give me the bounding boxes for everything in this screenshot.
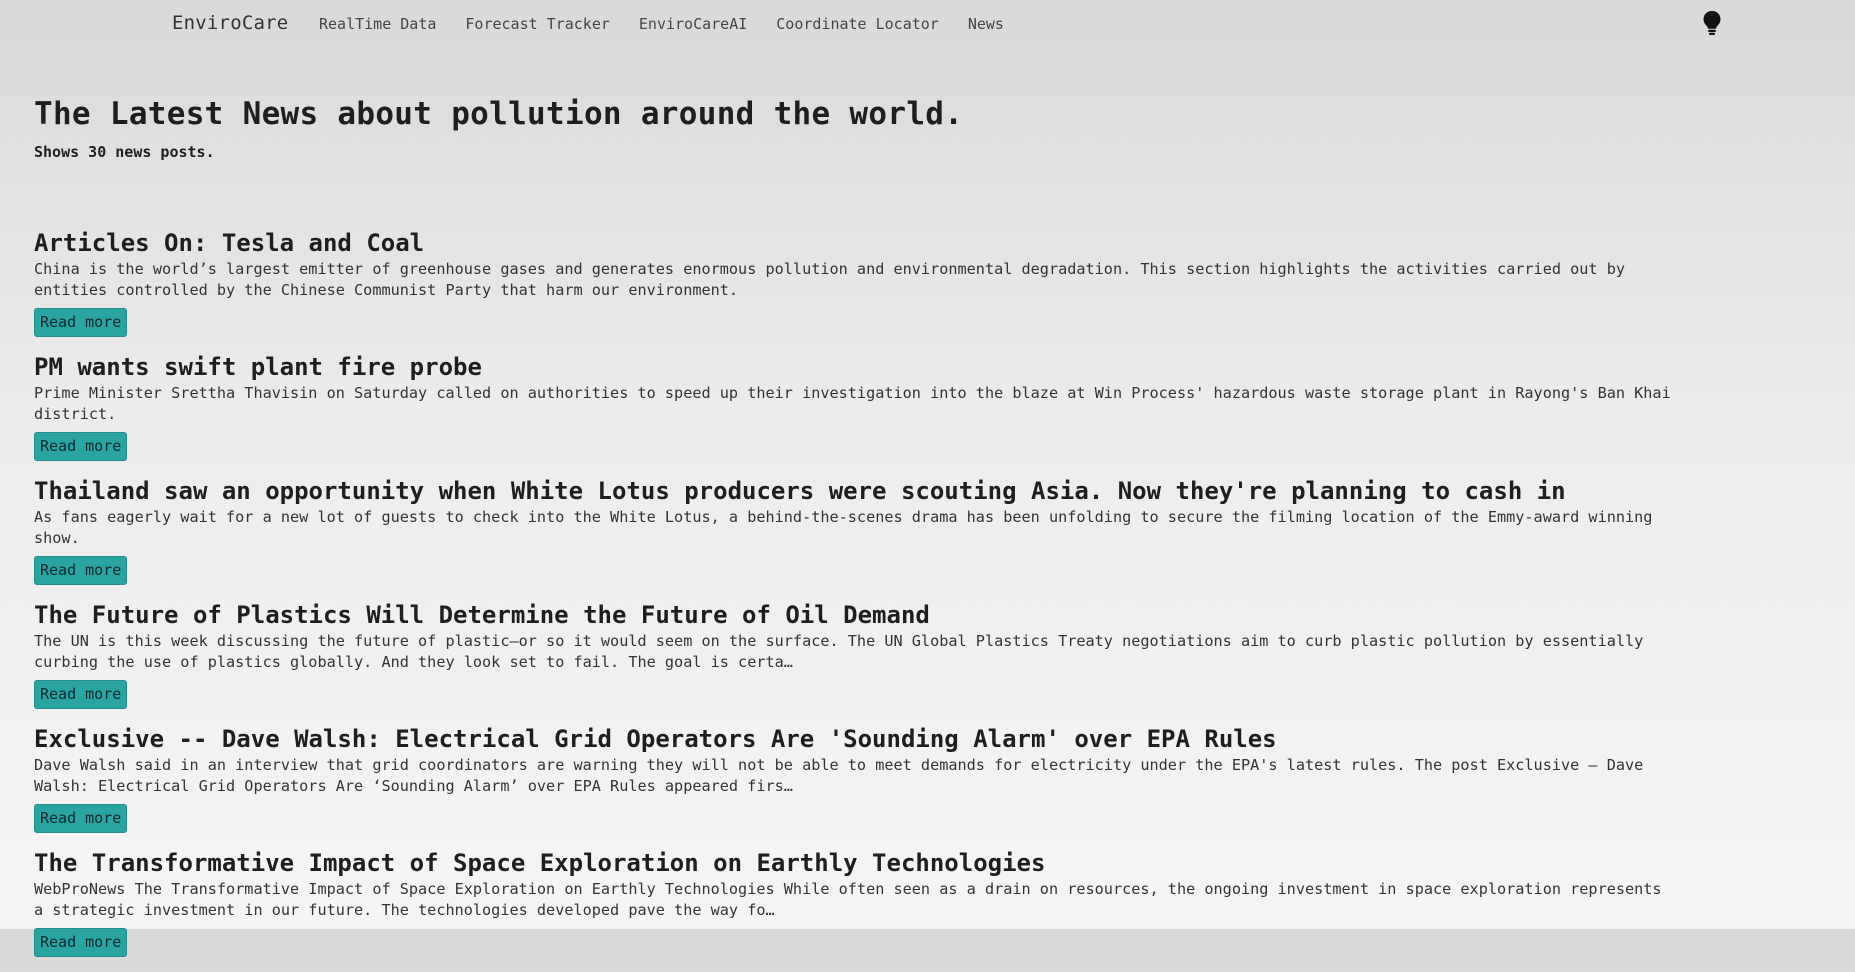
read-more-button[interactable]: Read more (34, 680, 128, 709)
nav-link-news[interactable]: News (968, 15, 1004, 33)
news-item: The Future of Plastics Will Determine th… (34, 600, 1674, 724)
news-description: WebProNews The Transformative Impact of … (34, 880, 1662, 919)
nav-link-coordinate-locator[interactable]: Coordinate Locator (776, 15, 939, 33)
read-more-button[interactable]: Read more (34, 928, 128, 957)
news-description: Dave Walsh said in an interview that gri… (34, 756, 1644, 795)
nav-link-realtime-data[interactable]: RealTime Data (319, 15, 436, 33)
lightbulb-icon (1703, 11, 1721, 35)
read-more-button[interactable]: Read more (34, 308, 128, 337)
read-more-button[interactable]: Read more (34, 556, 128, 585)
news-item: Exclusive -- Dave Walsh: Electrical Grid… (34, 724, 1674, 848)
news-title: The Transformative Impact of Space Explo… (34, 849, 1046, 877)
read-more-button[interactable]: Read more (34, 432, 128, 461)
news-description: The UN is this week discussing the futur… (34, 632, 1644, 671)
news-count-subtitle: Shows 30 news posts. (34, 143, 215, 161)
nav-link-forecast-tracker[interactable]: Forecast Tracker (465, 15, 610, 33)
news-item: The Transformative Impact of Space Explo… (34, 848, 1674, 972)
nav-links: RealTime Data Forecast Tracker EnviroCar… (319, 15, 1033, 33)
top-navbar: EnviroCare RealTime Data Forecast Tracke… (0, 0, 1855, 46)
read-more-button[interactable]: Read more (34, 804, 128, 833)
news-title: The Future of Plastics Will Determine th… (34, 601, 930, 629)
news-title: Exclusive -- Dave Walsh: Electrical Grid… (34, 725, 1277, 753)
theme-toggle-button[interactable] (1700, 9, 1724, 37)
nav-link-envirocareai[interactable]: EnviroCareAI (639, 15, 747, 33)
news-description: Prime Minister Srettha Thavisin on Satur… (34, 384, 1671, 423)
news-item: Articles On: Tesla and Coal China is the… (34, 228, 1674, 352)
news-item: PM wants swift plant fire probe Prime Mi… (34, 352, 1674, 476)
page-header: The Latest News about pollution around t… (34, 96, 963, 161)
brand-link[interactable]: EnviroCare (172, 12, 288, 34)
news-list: Articles On: Tesla and Coal China is the… (34, 228, 1674, 972)
news-description: China is the world’s largest emitter of … (34, 260, 1625, 299)
news-title: PM wants swift plant fire probe (34, 353, 482, 381)
news-title: Thailand saw an opportunity when White L… (34, 477, 1566, 505)
news-description: As fans eagerly wait for a new lot of gu… (34, 508, 1653, 547)
page-title: The Latest News about pollution around t… (34, 96, 964, 132)
news-title: Articles On: Tesla and Coal (34, 229, 425, 257)
news-item: Thailand saw an opportunity when White L… (34, 476, 1674, 600)
